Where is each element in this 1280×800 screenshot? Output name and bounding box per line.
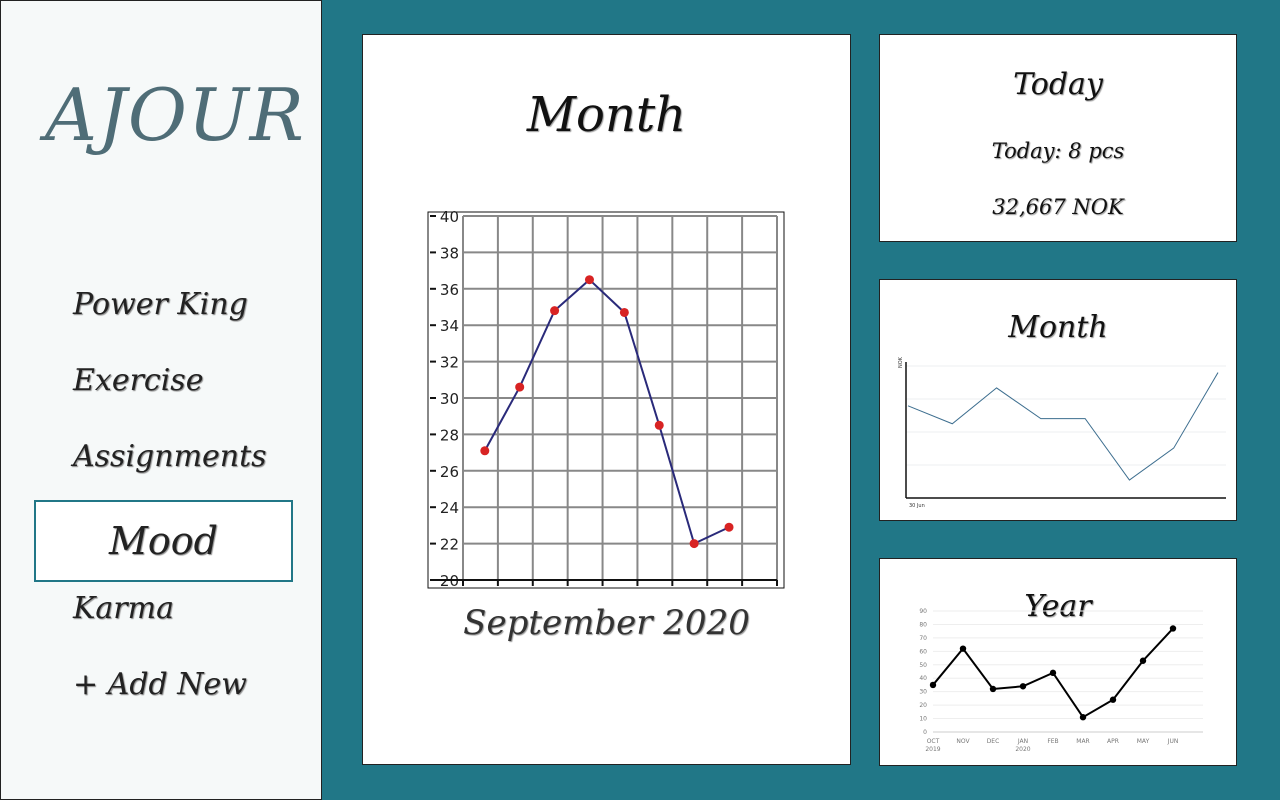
month-panel: Month 20 22 24 26 28 30 32 34 36 38 40 September 2… <box>362 34 851 765</box>
data-point <box>929 681 937 689</box>
sidebar-item-mood[interactable]: Mood <box>34 500 293 582</box>
month-mood-chart: 2022242628303234363840 <box>427 211 785 589</box>
data-point <box>1049 669 1057 677</box>
sidebar-item-karma[interactable]: Karma <box>73 591 174 626</box>
data-point <box>480 446 490 456</box>
month-card[interactable]: Month NOK 30 Jun <box>879 279 1237 521</box>
data-point <box>724 522 734 532</box>
today-amount: 32,667 NOK <box>992 195 1124 219</box>
data-point <box>1169 625 1177 632</box>
data-point <box>515 382 525 392</box>
data-point <box>550 306 560 316</box>
x-tick-label: MAY <box>1137 738 1150 745</box>
sidebar-item-exercise[interactable]: Exercise <box>73 363 203 398</box>
chart-frame <box>427 211 785 589</box>
y-tick-label: 60 <box>919 648 927 655</box>
x-year-label: 2020 <box>1015 746 1030 753</box>
y-tick-label: 70 <box>919 635 927 642</box>
y-tick-label: 50 <box>919 662 927 669</box>
data-point <box>619 307 629 317</box>
series-line <box>907 372 1219 481</box>
sidebar-item-add-new[interactable]: + Add New <box>73 667 247 702</box>
y-tick-label: 30 <box>919 689 927 696</box>
x-tick-label: MAR <box>1076 738 1089 745</box>
data-point <box>1139 657 1147 664</box>
month-card-title: Month <box>1008 310 1108 345</box>
y-tick-label: 36 <box>440 281 459 299</box>
data-point <box>959 645 967 652</box>
data-point <box>1079 714 1087 721</box>
y-tick-label: 28 <box>440 426 459 444</box>
sidebar: AJOUR Power King Exercise Assignments Mo… <box>0 0 322 800</box>
x-year-label: 2019 <box>925 746 940 753</box>
data-point <box>989 685 997 693</box>
data-point <box>1109 696 1117 703</box>
y-axis-label: NOK <box>898 356 904 368</box>
y-tick-label: 22 <box>440 536 459 554</box>
y-tick-label: 10 <box>919 716 927 723</box>
year-card[interactable]: Year 0 10 20 30 40 50 60 70 80 90 OCT NOV DEC JAN FEB M… <box>879 558 1237 766</box>
y-tick-label: 90 <box>919 608 927 615</box>
x-tick-label: NOV <box>956 738 970 745</box>
sidebar-item-assignments[interactable]: Assignments <box>73 439 267 474</box>
chart-caption: September 2020 <box>463 603 750 643</box>
y-tick-label: 32 <box>440 354 459 372</box>
data-point <box>654 420 664 430</box>
y-tick-label: 40 <box>919 675 927 682</box>
year-chart: 0 10 20 30 40 50 60 70 80 90 OCT NOV DEC JAN FEB MAR APR… <box>919 608 1203 753</box>
x-axis-label: 30 Jun <box>909 503 925 509</box>
y-tick-label: 20 <box>919 702 927 709</box>
today-card[interactable]: Today Today: 8 pcs 32,667 NOK <box>879 34 1237 242</box>
x-tick-label: APR <box>1107 738 1119 745</box>
y-tick-label: 34 <box>440 317 459 335</box>
today-card-title: Today <box>1013 67 1103 102</box>
y-tick-label: 38 <box>440 244 459 262</box>
x-tick-label: JUN <box>1167 738 1179 745</box>
page-title: Month <box>526 87 687 143</box>
app-logo: AJOUR <box>45 73 305 157</box>
data-point <box>584 275 594 285</box>
x-tick-label: FEB <box>1047 738 1058 745</box>
x-tick-label: JAN <box>1017 738 1028 745</box>
sidebar-item-power-king[interactable]: Power King <box>73 287 248 322</box>
y-tick-label: 30 <box>440 390 459 408</box>
data-point <box>689 539 699 549</box>
month-mini-chart: NOK 30 Jun <box>898 356 1226 509</box>
y-tick-label: 26 <box>440 463 459 481</box>
y-tick-label: 0 <box>923 729 927 736</box>
today-count: Today: 8 pcs <box>991 139 1125 163</box>
x-tick-label: OCT <box>927 738 940 745</box>
y-tick-label: 40 <box>440 211 459 226</box>
y-tick-label: 80 <box>919 621 927 628</box>
y-tick-label: 24 <box>440 499 459 517</box>
x-tick-label: DEC <box>987 738 1000 745</box>
data-point <box>1019 683 1027 690</box>
